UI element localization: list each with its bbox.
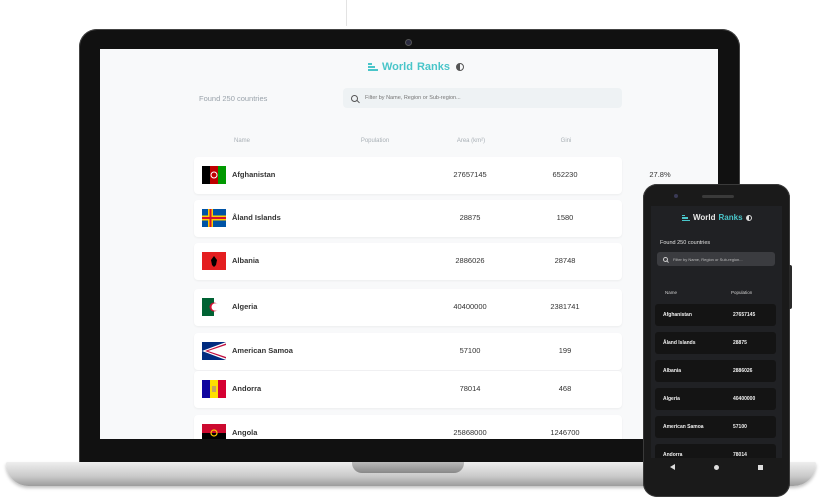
table-row[interactable]: Åland Islands 28875 1580 0% [194, 200, 665, 237]
bars-icon [368, 62, 378, 72]
flag-algeria-icon [202, 298, 226, 316]
search-box[interactable] [343, 88, 622, 108]
table-row[interactable]: Afghanistan 27657145 [655, 304, 776, 326]
country-name: Andorra [232, 384, 262, 393]
flag-andorra-icon [202, 380, 226, 398]
table-row[interactable]: Algeria 40400000 2381741 35.3% [194, 289, 671, 326]
population-value: 27657145 [733, 312, 756, 318]
table-row[interactable]: Afghanistan 27657145 652230 27.8% [194, 157, 671, 194]
back-icon[interactable] [670, 464, 676, 470]
results-count: Found 250 countries [660, 240, 711, 246]
country-name: Algeria [663, 396, 680, 402]
laptop-camera [406, 40, 411, 45]
app-title-part2: Ranks [718, 213, 743, 222]
theme-toggle-icon[interactable] [745, 214, 752, 221]
country-name: Afghanistan [663, 312, 692, 318]
phone-nav-bar [651, 458, 782, 476]
column-name[interactable]: Name [665, 290, 677, 295]
table-row[interactable]: Albania 2886026 28748 34.5% [194, 243, 671, 280]
population-value: 57100 [733, 424, 747, 430]
country-name: Åland Islands [232, 213, 281, 222]
device-mockup: World Ranks Found 250 countries Name Pop… [0, 0, 822, 504]
table-row[interactable]: American Samoa 57100 199 0% [194, 333, 665, 370]
area-value: 652230 [552, 170, 578, 179]
phone-side-button [789, 265, 792, 309]
table-row[interactable]: Andorra 78014 [655, 444, 776, 458]
search-icon [663, 256, 668, 262]
column-name[interactable]: Name [227, 138, 257, 144]
country-name: Albania [663, 368, 682, 374]
area-value: 468 [558, 384, 572, 393]
phone-speaker [702, 195, 734, 198]
country-name: American Samoa [663, 424, 704, 430]
flag-american-samoa-icon [202, 342, 226, 360]
population-value: 2886026 [455, 256, 485, 265]
area-value: 2381741 [550, 302, 580, 311]
flag-angola-icon [202, 424, 226, 439]
theme-toggle-icon[interactable] [456, 63, 464, 71]
table-row[interactable]: Albania 2886026 [655, 360, 776, 382]
area-value: 199 [558, 346, 572, 355]
country-name: Algeria [232, 302, 258, 311]
search-box[interactable]: Filter by Name, Region or Sub-region... [657, 252, 775, 266]
population-value: 40400000 [453, 302, 487, 311]
bars-icon [682, 214, 690, 222]
phone-camera [674, 194, 678, 198]
country-name: Albania [232, 256, 260, 265]
mobile-app-logo[interactable]: World Ranks [682, 213, 752, 222]
table-row[interactable]: Andorra 78014 468 0% [194, 371, 665, 408]
area-value: 1580 [556, 213, 574, 222]
app-title-part2: Ranks [416, 61, 450, 73]
search-placeholder[interactable]: Filter by Name, Region or Sub-region... [673, 257, 743, 262]
table-row[interactable]: Algeria 40400000 [655, 388, 776, 410]
population-value: 40400000 [733, 396, 756, 402]
flag-albania-icon [202, 252, 226, 270]
table-row[interactable]: Åland Islands 28875 [655, 332, 776, 354]
home-icon[interactable] [713, 464, 719, 470]
country-name: Angola [232, 428, 258, 437]
population-value: 27657145 [453, 170, 487, 179]
column-population[interactable]: Population [731, 290, 752, 295]
search-icon [351, 94, 358, 102]
results-count: Found 250 countries [199, 94, 268, 103]
column-population[interactable]: Population [335, 138, 415, 144]
area-value: 28748 [554, 256, 576, 265]
population-value: 78014 [459, 384, 481, 393]
population-value: 28875 [459, 213, 481, 222]
column-area[interactable]: Area (km²) [431, 138, 511, 144]
laptop-screen: World Ranks Found 250 countries Name Pop… [100, 49, 718, 439]
table-row[interactable]: American Samoa 57100 [655, 416, 776, 438]
column-gini[interactable]: Gini [526, 138, 606, 144]
flag-aland-islands-icon [202, 209, 226, 227]
table-header: Name Population Area (km²) Gini [100, 138, 718, 150]
flag-afghanistan-icon [202, 166, 226, 184]
divider-line [346, 0, 347, 26]
area-value: 1246700 [550, 428, 580, 437]
country-name: Åland Islands [663, 340, 696, 346]
gini-value: 27.8% [649, 170, 671, 179]
population-value: 25868000 [453, 428, 487, 437]
population-value: 2886026 [733, 368, 753, 374]
country-name: Afghanistan [232, 170, 276, 179]
country-name: American Samoa [232, 346, 293, 355]
app-logo[interactable]: World Ranks [368, 61, 464, 73]
table-row[interactable]: Angola 25868000 1246700 58.6% [194, 415, 671, 439]
app-title-part1: World [382, 61, 413, 73]
laptop-notch [352, 462, 464, 473]
search-input[interactable] [365, 95, 585, 101]
recents-icon[interactable] [757, 464, 763, 470]
population-value: 28875 [733, 340, 747, 346]
population-value: 57100 [459, 346, 481, 355]
phone-screen: World Ranks Found 250 countries Filter b… [651, 206, 782, 458]
app-title-part1: World [693, 213, 716, 222]
